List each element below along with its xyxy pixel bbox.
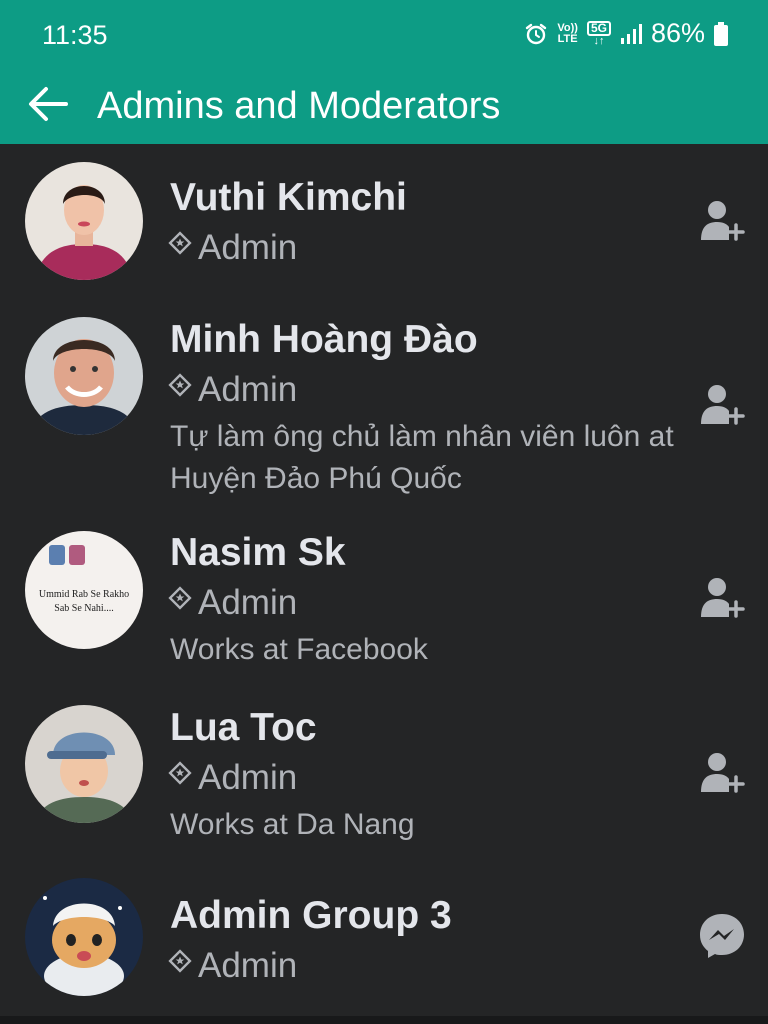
alarm-icon — [524, 22, 548, 46]
avatar[interactable] — [25, 317, 143, 435]
role-label: Admin — [198, 228, 298, 267]
back-button[interactable] — [24, 82, 72, 130]
battery-percent: 86% — [650, 18, 705, 48]
add-friend-button[interactable] — [694, 746, 750, 802]
network-label: 5G — [586, 20, 611, 36]
badge-icon — [168, 231, 192, 255]
add-friend-button[interactable] — [694, 194, 750, 250]
avatar[interactable] — [25, 705, 143, 823]
add-friend-icon — [698, 748, 746, 801]
member-detail: Works at Da Nang — [170, 808, 415, 841]
signal-icon — [620, 23, 642, 45]
bottom-divider — [0, 1016, 768, 1024]
messenger-icon — [697, 911, 747, 966]
member-role: Admin — [168, 581, 297, 625]
badge-icon — [168, 949, 192, 973]
member-name[interactable]: Admin Group 3 — [170, 894, 452, 938]
add-friend-button[interactable] — [694, 378, 750, 434]
avatar-text-line2: Sab Se Nahi.... — [54, 603, 113, 614]
battery-icon — [714, 21, 728, 46]
status-icons: Vo)) LTE 5G ↓↑ 86% — [524, 18, 728, 49]
add-friend-button[interactable] — [694, 571, 750, 627]
member-name[interactable]: Minh Hoàng Đào — [170, 318, 478, 362]
message-button[interactable] — [694, 910, 750, 966]
badge-icon — [168, 761, 192, 785]
volte-label-bottom: LTE — [557, 32, 578, 45]
5g-icon: 5G ↓↑ — [586, 20, 611, 47]
avatar[interactable] — [25, 162, 143, 280]
add-friend-icon — [698, 380, 746, 433]
avatar[interactable]: Ummid Rab Se Rakho Sab Se Nahi.... — [25, 531, 143, 649]
app-bar: Admins and Moderators — [0, 76, 768, 144]
avatar-text-line1: Ummid Rab Se Rakho — [39, 589, 129, 600]
badge-icon — [168, 586, 192, 610]
member-name[interactable]: Nasim Sk — [170, 531, 346, 575]
role-label: Admin — [198, 946, 298, 985]
member-row[interactable]: Admin Group 3 Admin — [0, 858, 768, 1016]
member-row[interactable]: Minh Hoàng Đào Admin Tự làm ông chủ làm … — [0, 288, 768, 503]
member-row[interactable]: Vuthi Kimchi Admin — [0, 144, 768, 288]
member-row[interactable]: Lua Toc Admin Works at Da Nang — [0, 678, 768, 858]
member-detail: Tự làm ông chủ làm nhân viên luôn at Huy… — [170, 420, 674, 495]
member-name[interactable]: Vuthi Kimchi — [170, 176, 407, 220]
role-label: Admin — [198, 758, 298, 797]
member-row[interactable]: Ummid Rab Se Rakho Sab Se Nahi.... Nasim… — [0, 503, 768, 678]
add-friend-icon — [698, 573, 746, 626]
arrow-left-icon — [26, 82, 70, 131]
member-list: Vuthi Kimchi Admin Minh Hoàng Đào Admin … — [0, 144, 768, 1016]
member-role: Admin — [168, 368, 297, 412]
member-role: Admin — [168, 944, 297, 988]
status-bar: 11:35 Vo)) LTE 5G ↓↑ 86% — [0, 0, 768, 76]
badge-icon — [168, 373, 192, 397]
avatar[interactable] — [25, 878, 143, 996]
member-detail: Works at Facebook — [170, 633, 428, 666]
member-name[interactable]: Lua Toc — [170, 706, 317, 750]
add-friend-icon — [698, 196, 746, 249]
member-role: Admin — [168, 756, 297, 800]
page-title: Admins and Moderators — [97, 85, 501, 127]
status-time: 11:35 — [42, 20, 108, 50]
role-label: Admin — [198, 370, 298, 409]
member-role: Admin — [168, 226, 297, 270]
role-label: Admin — [198, 583, 298, 622]
volte-icon: Vo)) LTE — [557, 22, 578, 45]
